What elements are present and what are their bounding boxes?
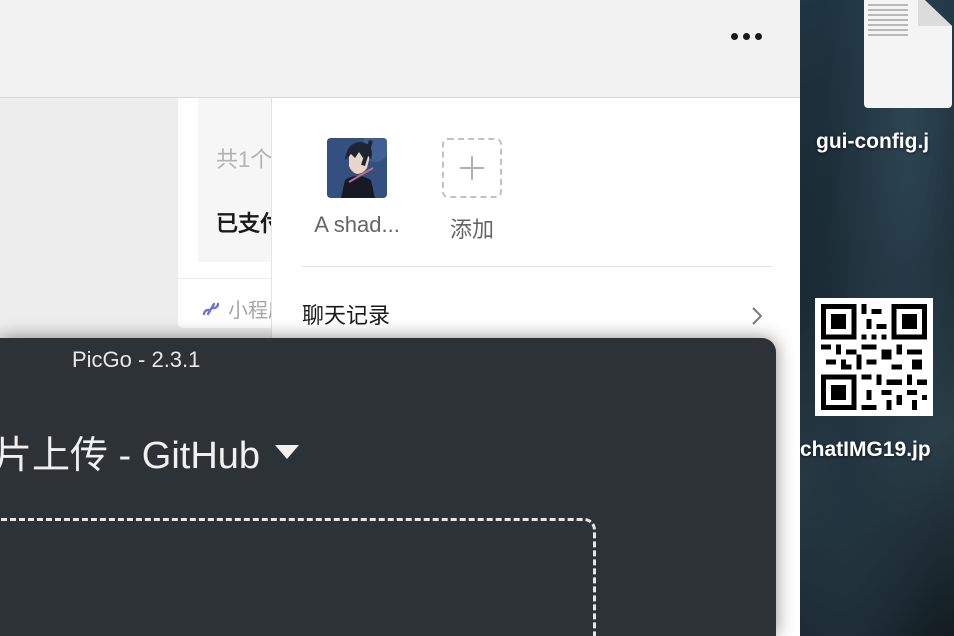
member-name: A shad... [314, 212, 400, 237]
picgo-window: PicGo - 2.3.1 片上传 - GitHub [0, 338, 776, 636]
chat-records-row[interactable]: 聊天记录 [302, 298, 772, 338]
member-avatar-item[interactable]: A shad... [302, 138, 412, 238]
mini-program-icon [202, 302, 220, 315]
chat-records-label: 聊天记录 [302, 303, 391, 328]
add-member-button[interactable]: 添加 [417, 138, 527, 244]
panel-divider [302, 266, 772, 267]
window-title: PicGo - 2.3.1 [72, 347, 201, 372]
upload-heading: 片上传 - GitHub [0, 435, 261, 477]
upload-target-selector[interactable]: 片上传 - GitHub [0, 424, 300, 479]
desktop-file-label[interactable]: chatIMG19.jp [800, 438, 931, 462]
desktop-file-label[interactable]: gui-config.j [816, 130, 929, 154]
plus-icon [442, 138, 502, 198]
avatar-anime-icon [327, 138, 387, 198]
desktop-wallpaper: gui-config.j chatIMG19.jp [800, 0, 954, 636]
qr-code-image-icon[interactable] [815, 298, 933, 416]
dropdown-triangle-icon [275, 444, 300, 459]
upload-drop-zone[interactable] [0, 518, 596, 636]
chevron-right-icon [752, 307, 763, 325]
item-count-text: 共1个 [216, 147, 273, 172]
more-dots-icon[interactable] [724, 26, 768, 46]
add-member-label: 添加 [449, 217, 494, 242]
document-file-icon[interactable] [864, 0, 952, 108]
chat-header [0, 0, 800, 98]
